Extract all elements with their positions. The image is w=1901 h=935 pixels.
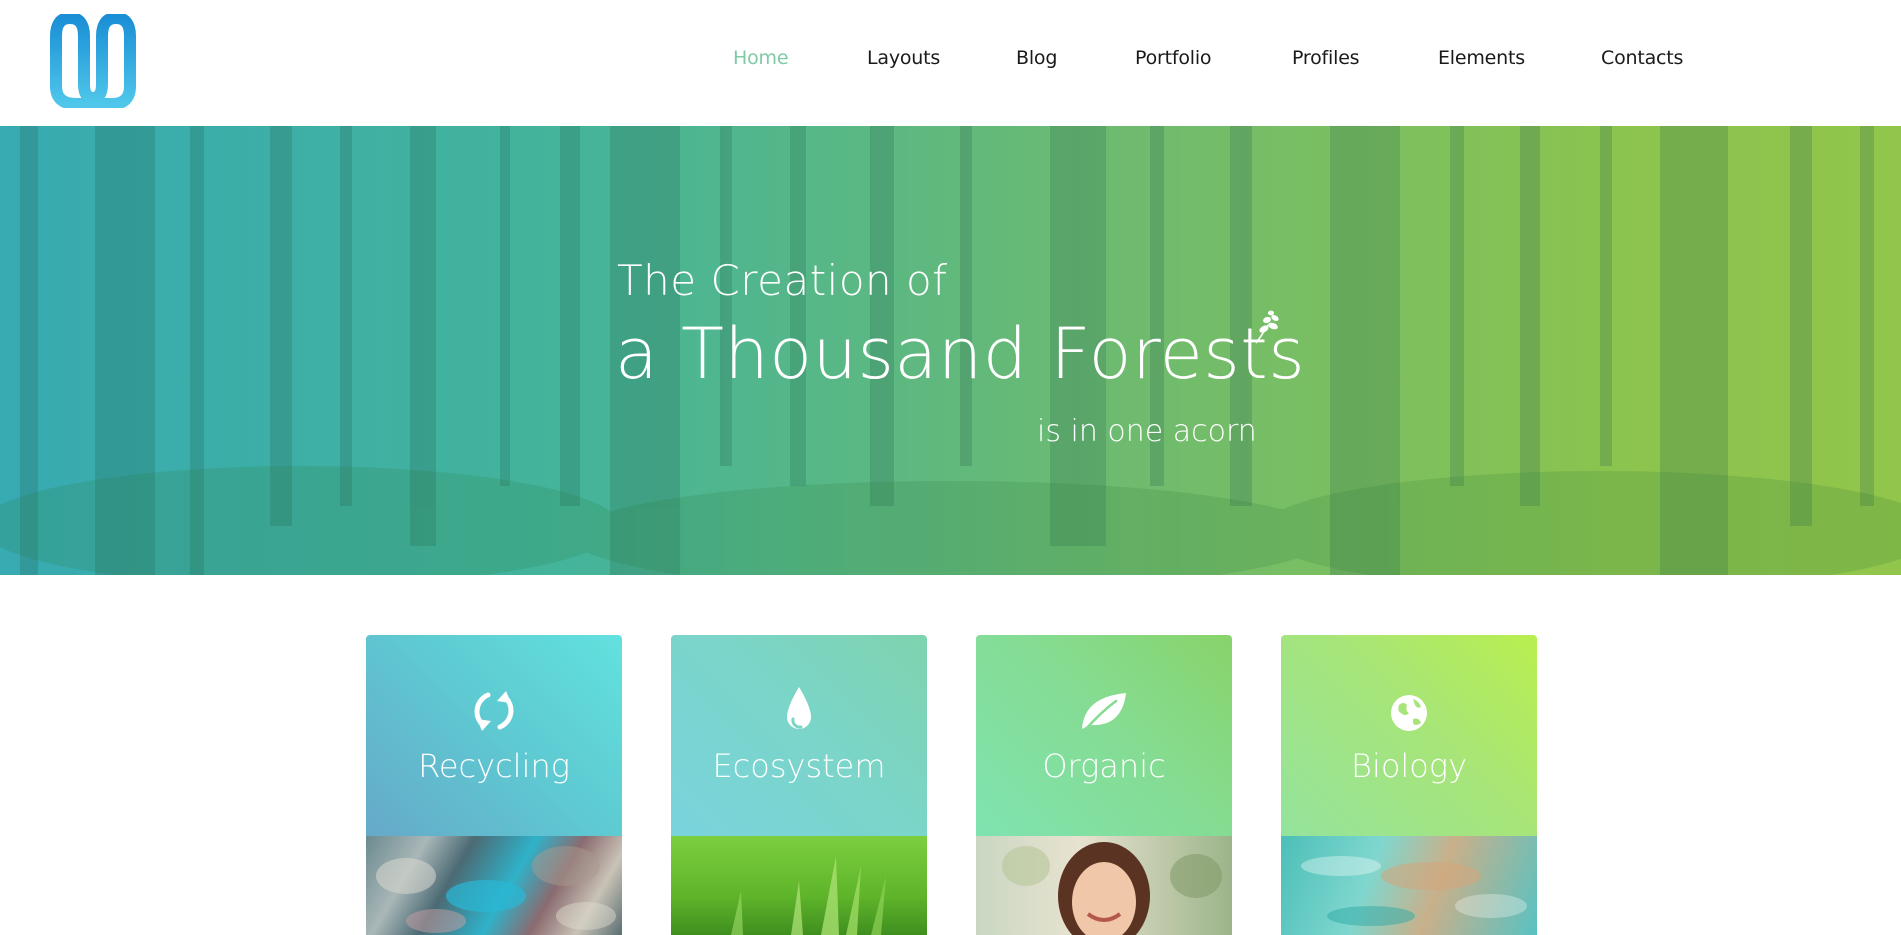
hero-subtitle: is in one acorn (1037, 414, 1257, 449)
nav-portfolio[interactable]: Portfolio (1135, 47, 1212, 69)
globe-icon (1391, 695, 1427, 731)
feature-label: Ecosystem (712, 747, 886, 785)
feature-cards: Recycling Ecosystem Organic Biology (0, 635, 1901, 935)
nav-home[interactable]: Home (733, 47, 789, 69)
recycle-icon (474, 691, 514, 731)
hero-banner: The Creation of a Thousand Forests is in… (0, 126, 1901, 575)
swimmer-photo (1281, 836, 1537, 935)
feature-label: Recycling (418, 747, 570, 785)
feature-card-biology[interactable]: Biology (1281, 635, 1537, 935)
feature-label: Biology (1350, 747, 1468, 785)
nav-profiles[interactable]: Profiles (1292, 47, 1360, 69)
hero-title: a Thousand Forests (615, 313, 1306, 395)
main-nav: Home Layouts Blog Portfolio Profiles Ele… (0, 47, 1901, 77)
nav-layouts[interactable]: Layouts (867, 47, 940, 69)
feature-card-recycling[interactable]: Recycling (366, 635, 622, 935)
grass-photo (671, 836, 927, 935)
feature-card-organic[interactable]: Organic (976, 635, 1232, 935)
feature-card-ecosystem[interactable]: Ecosystem (671, 635, 927, 935)
site-header: Home Layouts Blog Portfolio Profiles Ele… (0, 0, 1901, 126)
water-drop-icon (787, 687, 811, 729)
nav-elements[interactable]: Elements (1438, 47, 1525, 69)
smiling-girl-photo (976, 836, 1232, 935)
sprout-icon (1255, 310, 1279, 344)
leaf-icon (1082, 693, 1126, 731)
hero-kicker: The Creation of (617, 256, 948, 305)
nav-blog[interactable]: Blog (1016, 47, 1057, 69)
feature-label: Organic (1042, 747, 1166, 785)
crushed-cans-photo (366, 836, 622, 935)
nav-contacts[interactable]: Contacts (1601, 47, 1683, 69)
